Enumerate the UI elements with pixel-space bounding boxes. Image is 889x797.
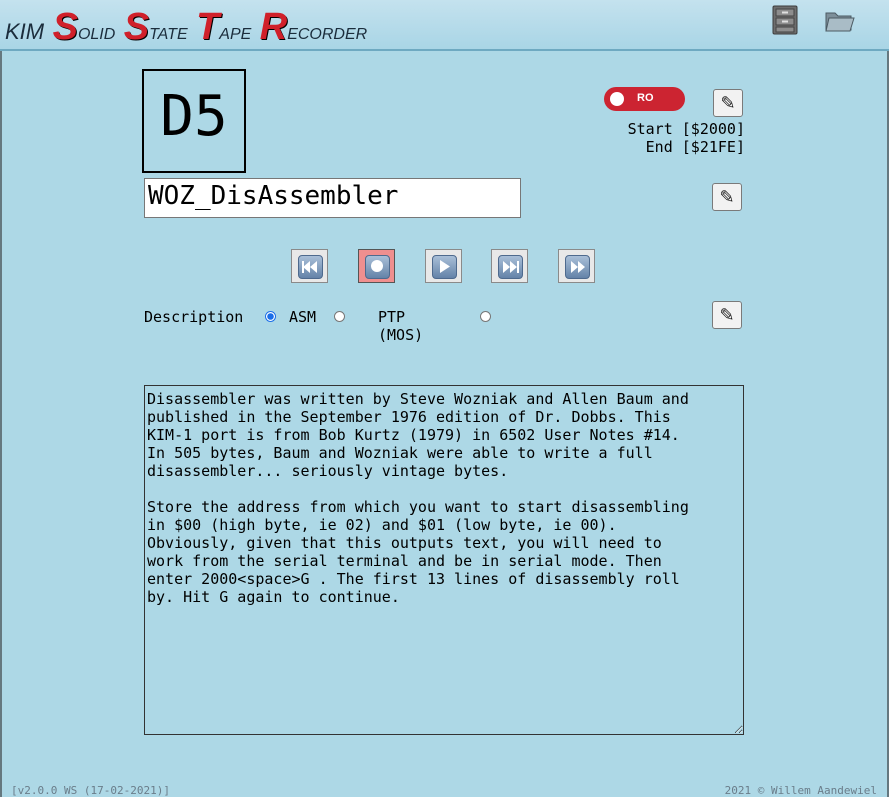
logo-kim: KIM — [5, 19, 45, 44]
radio-description[interactable] — [265, 311, 276, 322]
radio-asm[interactable] — [334, 311, 345, 322]
format-option-label: ASM — [289, 308, 317, 326]
pencil-icon: ✎ — [719, 305, 735, 326]
logo-word: APE — [219, 26, 252, 43]
logo-word: ECORDER — [287, 26, 368, 43]
record-icon — [371, 260, 383, 272]
logo-cap: S — [123, 6, 150, 48]
rewind-button[interactable] — [291, 249, 328, 283]
record-button[interactable] — [358, 249, 395, 283]
format-option-label: PTP (MOS) — [378, 308, 424, 344]
fast-forward-icon — [571, 261, 585, 273]
pencil-icon: ✎ — [719, 187, 735, 208]
header-bar: KIM SOLID STATE TAPE RECORDER — [0, 0, 889, 51]
tape-name-field[interactable]: WOZ_DisAssembler — [144, 178, 521, 218]
edit-description-button[interactable]: ✎ — [712, 301, 742, 329]
rewind-icon — [302, 261, 317, 273]
radio-ptp-mos[interactable] — [480, 311, 491, 322]
version-label: [v2.0.0 WS (17-02-2021)] — [11, 784, 170, 797]
logo-word: TATE — [149, 26, 188, 43]
copyright-label: 2021 © Willem Aandewiel — [724, 784, 877, 797]
edit-attributes-button[interactable]: ✎ — [713, 89, 743, 117]
description-label: Description — [144, 308, 244, 326]
skip-forward-icon — [503, 261, 519, 273]
description-textarea[interactable]: Disassembler was written by Steve Woznia… — [144, 385, 744, 735]
toggle-knob — [610, 92, 624, 106]
open-folder-icon[interactable] — [823, 5, 855, 35]
start-address: Start [$2000] — [627, 120, 745, 138]
toggle-label: RO — [637, 92, 654, 104]
page-border-left — [0, 50, 2, 797]
logo-cap: R — [259, 6, 288, 48]
end-address: End [$21FE] — [645, 138, 745, 156]
app-logo: KIM SOLID STATE TAPE RECORDER — [5, 6, 368, 48]
edit-name-button[interactable]: ✎ — [712, 183, 742, 211]
file-cabinet-icon[interactable] — [771, 5, 799, 35]
read-only-toggle[interactable]: RO — [604, 87, 685, 111]
play-icon — [440, 260, 450, 273]
logo-word: OLID — [77, 26, 116, 43]
tape-id-label: D5 — [142, 69, 246, 173]
fast-forward-button[interactable] — [558, 249, 595, 283]
logo-cap: T — [196, 6, 220, 48]
play-button[interactable] — [425, 249, 462, 283]
skip-forward-button[interactable] — [491, 249, 528, 283]
pencil-icon: ✎ — [720, 93, 736, 114]
logo-cap: S — [52, 6, 78, 48]
